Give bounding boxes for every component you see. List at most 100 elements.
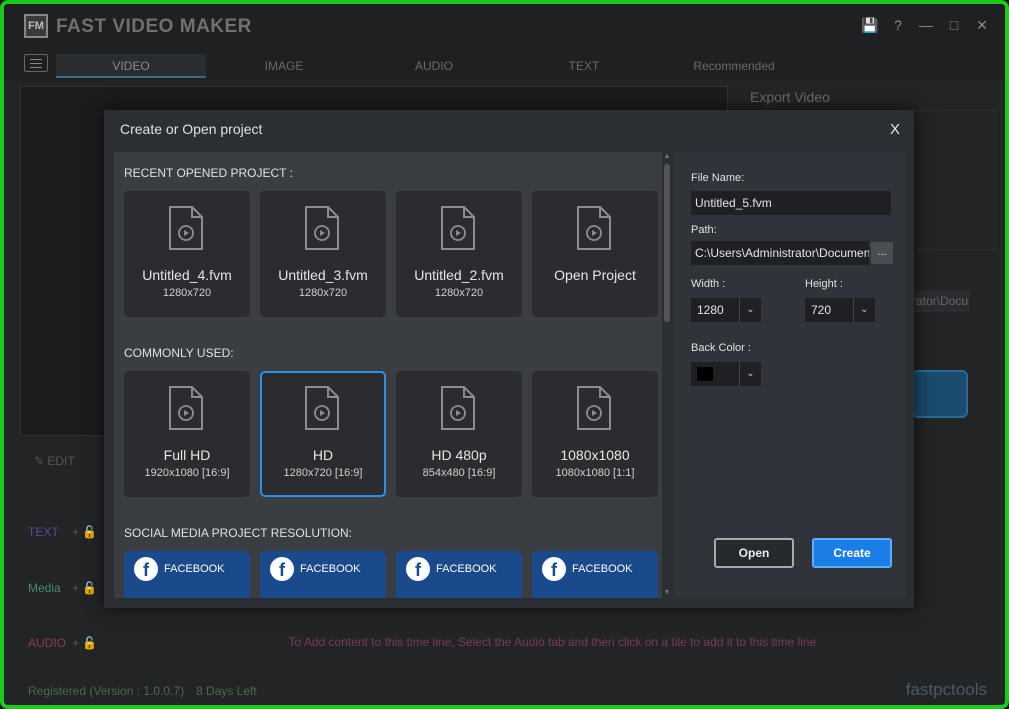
save-icon[interactable]: 💾	[861, 16, 879, 34]
preset-resolution: 1080x1080 [1:1]	[555, 467, 635, 479]
facebook-label: FACEBOOK	[572, 563, 633, 575]
facebook-icon: f	[270, 557, 294, 581]
recent-project-name: Untitled_2.fvm	[414, 267, 504, 283]
main-tab-bar: VIDEO IMAGE AUDIO TEXT Recommended	[4, 50, 1005, 80]
maximize-icon[interactable]: □	[945, 16, 963, 34]
track-media-add-icon[interactable]: + 🔓	[72, 581, 97, 595]
recent-project-name: Untitled_3.fvm	[278, 267, 368, 283]
tab-image[interactable]: IMAGE	[209, 54, 359, 78]
video-file-icon	[577, 206, 611, 250]
back-color-label: Back Color :	[691, 342, 751, 354]
app-window: FM FAST VIDEO MAKER 💾 ? — □ ✕ VIDEO IMAG…	[0, 0, 1009, 709]
audio-track-hint: To Add content to this time line, Select…	[288, 635, 820, 649]
open-project-tile[interactable]: Open Project	[532, 191, 658, 317]
video-file-icon	[169, 386, 203, 430]
preset-name: 1080x1080	[560, 447, 630, 463]
create-button[interactable]: Create	[812, 538, 892, 568]
back-color-select[interactable]: ⌄	[691, 362, 761, 386]
preset-name: HD	[312, 447, 334, 463]
scroll-down-icon[interactable]: ▼	[662, 588, 672, 598]
facebook-tile[interactable]: f FACEBOOK	[260, 551, 386, 598]
facebook-icon: f	[406, 557, 430, 581]
scroll-thumb[interactable]	[664, 164, 670, 322]
preset-name: HD 480p	[431, 447, 487, 463]
social-media-label: SOCIAL MEDIA PROJECT RESOLUTION:	[124, 526, 353, 540]
edit-button[interactable]: ✎ EDIT	[34, 454, 75, 468]
preset-resolution: 1280x720 [16:9]	[283, 467, 363, 479]
track-audio-add-icon[interactable]: + 🔓	[72, 636, 97, 650]
track-label-text: TEXT	[28, 525, 59, 539]
close-icon[interactable]: ✕	[973, 16, 991, 34]
preset-tile-hd[interactable]: HD 1280x720 [16:9]	[260, 371, 386, 497]
recent-project-tile[interactable]: Untitled_2.fvm 1280x720	[396, 191, 522, 317]
height-value: 720	[811, 303, 832, 317]
height-select[interactable]: 720 ⌄	[805, 298, 875, 322]
edit-label: EDIT	[47, 454, 75, 468]
export-button[interactable]	[912, 370, 968, 418]
recent-project-tile[interactable]: Untitled_3.fvm 1280x720	[260, 191, 386, 317]
recent-project-name: Untitled_4.fvm	[142, 267, 232, 283]
tab-recommended[interactable]: Recommended	[659, 54, 809, 78]
back-color-swatch	[697, 367, 713, 381]
recent-project-tile[interactable]: Untitled_4.fvm 1280x720	[124, 191, 250, 317]
brand-logo: fastpctools	[905, 680, 987, 699]
chevron-down-icon: ⌄	[853, 298, 875, 322]
chevron-down-icon: ⌄	[739, 298, 761, 322]
width-label: Width :	[691, 278, 726, 290]
tiles-scrollbar[interactable]: ▲ ▼	[662, 152, 672, 598]
width-value: 1280	[697, 303, 724, 317]
dialog-title: Create or Open project	[120, 121, 263, 137]
help-icon[interactable]: ?	[889, 16, 907, 34]
preset-resolution: 854x480 [16:9]	[422, 467, 496, 479]
tab-audio[interactable]: AUDIO	[359, 54, 509, 78]
path-input[interactable]: C:\Users\Administrator\Documen	[691, 241, 869, 265]
app-title: FAST VIDEO MAKER	[56, 16, 252, 37]
recent-project-resolution: 1280x720	[162, 287, 212, 299]
open-button[interactable]: Open	[714, 538, 794, 568]
tab-text[interactable]: TEXT	[509, 54, 659, 78]
track-label-audio: AUDIO	[28, 636, 67, 650]
browse-path-button[interactable]: ...	[871, 242, 893, 264]
video-file-icon	[305, 386, 339, 430]
video-file-icon	[305, 206, 339, 250]
facebook-icon: f	[134, 557, 158, 581]
preset-resolution: 1920x1080 [16:9]	[144, 467, 230, 479]
width-select[interactable]: 1280 ⌄	[691, 298, 761, 322]
preset-tile-full-hd[interactable]: Full HD 1920x1080 [16:9]	[124, 371, 250, 497]
create-open-project-dialog: Create or Open project X RECENT OPENED P…	[104, 110, 914, 608]
window-controls: 💾 ? — □ ✕	[861, 16, 991, 34]
registration-status: Registered (Version : 1.0.0.7)	[28, 684, 185, 698]
export-video-title: Export Video	[750, 89, 830, 105]
track-label-media: Media	[28, 581, 61, 595]
preset-tile-hd-480p[interactable]: HD 480p 854x480 [16:9]	[396, 371, 522, 497]
project-settings-panel: File Name: Untitled_5.fvm Path: C:\Users…	[674, 152, 906, 598]
facebook-label: FACEBOOK	[300, 563, 361, 575]
file-name-input[interactable]: Untitled_5.fvm	[691, 191, 891, 215]
export-path-field[interactable]: rator\Docu	[910, 290, 970, 312]
days-left: 8 Days Left	[196, 684, 257, 698]
open-project-label: Open Project	[554, 267, 636, 283]
commonly-used-label: COMMONLY USED:	[124, 346, 234, 360]
recent-project-resolution: 1280x720	[434, 287, 484, 299]
preset-name: Full HD	[163, 447, 211, 463]
chevron-down-icon: ⌄	[739, 362, 761, 386]
facebook-label: FACEBOOK	[164, 563, 225, 575]
facebook-icon: f	[542, 557, 566, 581]
facebook-tile[interactable]: f FACEBOOK	[396, 551, 522, 598]
app-logo-icon: FM	[24, 14, 48, 38]
preset-tile-1080x1080[interactable]: 1080x1080 1080x1080 [1:1]	[532, 371, 658, 497]
path-label: Path:	[691, 224, 717, 236]
video-file-icon	[577, 386, 611, 430]
height-label: Height :	[805, 278, 843, 290]
project-tiles-panel: RECENT OPENED PROJECT : Untitled_4.fvm 1…	[114, 152, 662, 598]
scroll-up-icon[interactable]: ▲	[662, 152, 672, 162]
file-name-label: File Name:	[691, 172, 745, 184]
title-bar: FM FAST VIDEO MAKER 💾 ? — □ ✕	[4, 4, 1005, 50]
dialog-close-button[interactable]: X	[890, 121, 900, 138]
hamburger-menu-icon[interactable]	[24, 54, 48, 72]
minimize-icon[interactable]: —	[917, 16, 935, 34]
facebook-tile[interactable]: f FACEBOOK	[124, 551, 250, 598]
tab-video[interactable]: VIDEO	[56, 54, 206, 78]
facebook-tile[interactable]: f FACEBOOK	[532, 551, 658, 598]
track-text-add-icon[interactable]: + 🔓	[72, 525, 97, 539]
